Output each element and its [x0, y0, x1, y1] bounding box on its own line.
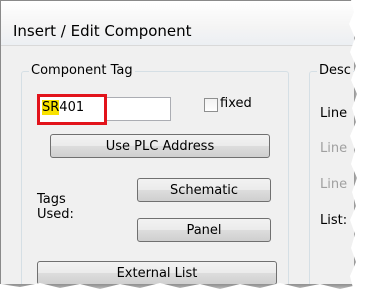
- description-line-3-label: Line: [320, 177, 348, 192]
- description-line-2-label: Line: [320, 141, 348, 156]
- component-tag-group-label: Component Tag: [29, 63, 135, 78]
- tags-used-label-line1: Tags: [37, 192, 66, 207]
- external-list-label: External List: [116, 265, 198, 281]
- insert-edit-component-dialog: Insert / Edit Component Component Tag SR…: [0, 0, 354, 284]
- use-plc-address-button[interactable]: Use PLC Address: [50, 134, 270, 158]
- panel-button[interactable]: Panel: [137, 218, 271, 242]
- description-group-label: Desc: [317, 63, 353, 78]
- description-list-label: List:: [320, 213, 348, 228]
- use-plc-address-label: Use PLC Address: [105, 138, 215, 154]
- component-tag-input-field[interactable]: [107, 97, 171, 121]
- window-title: Insert / Edit Component: [13, 22, 192, 40]
- title-bar: Insert / Edit Component: [1, 1, 354, 46]
- panel-label: Panel: [186, 222, 222, 238]
- tag-suffix-text: 401: [59, 100, 85, 115]
- fixed-label: fixed: [220, 96, 252, 111]
- description-line-1-label: Line: [320, 106, 348, 121]
- component-tag-input[interactable]: SR401: [37, 94, 107, 125]
- fixed-checkbox[interactable]: [204, 98, 218, 112]
- schematic-label: Schematic: [169, 182, 239, 198]
- external-list-button[interactable]: External List: [37, 261, 277, 284]
- tag-prefix-highlight: SR: [42, 100, 60, 115]
- tags-used-label-line2: Used:: [37, 207, 74, 222]
- schematic-button[interactable]: Schematic: [137, 178, 271, 202]
